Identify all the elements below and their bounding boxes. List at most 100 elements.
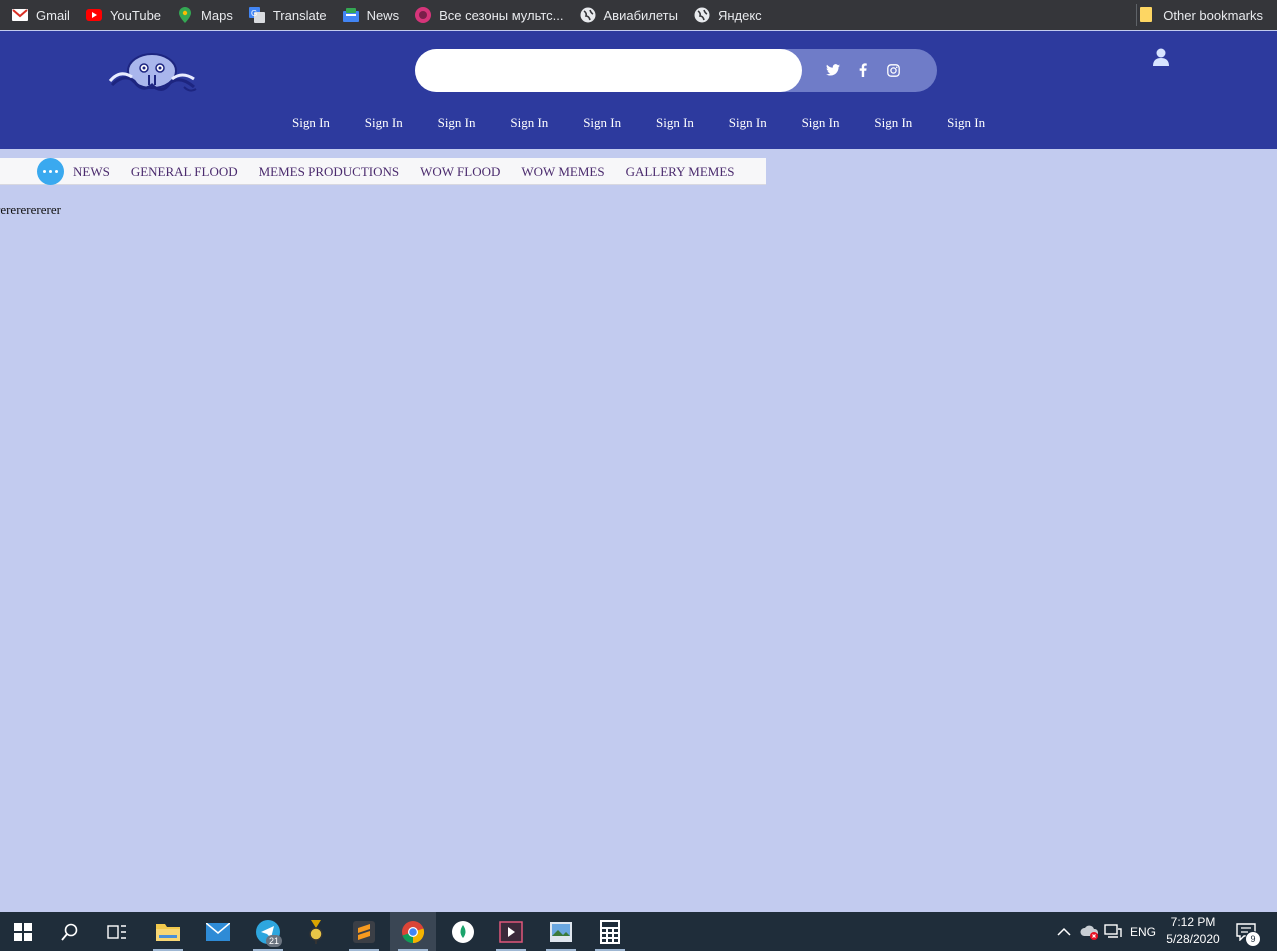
picture-icon xyxy=(550,921,572,942)
calculator-icon xyxy=(600,919,620,944)
svg-text:G: G xyxy=(251,9,257,18)
clock-date: 5/28/2020 xyxy=(1166,932,1220,946)
folder-icon xyxy=(1140,7,1154,23)
category-gallery-memes[interactable]: GALLERY MEMES xyxy=(626,164,735,180)
bookmark-aviabilety[interactable]: Авиабилеты xyxy=(580,3,686,27)
gmail-icon xyxy=(12,7,28,23)
twitter-icon[interactable] xyxy=(825,61,841,79)
facebook-icon[interactable] xyxy=(855,61,871,79)
system-clock[interactable]: 7:12 PM 5/28/2020 xyxy=(1160,914,1226,948)
bookmark-label: Все сезоны мультс... xyxy=(439,7,564,23)
telegram-badge: 21 xyxy=(266,935,283,947)
bookmark-news[interactable]: News xyxy=(342,3,408,27)
medal-icon xyxy=(309,919,323,944)
nav-sign-in-link[interactable]: Sign In xyxy=(510,115,583,131)
nav-sign-in-link[interactable]: Sign In xyxy=(583,115,656,131)
task-view-icon xyxy=(107,924,126,939)
start-button[interactable] xyxy=(0,912,46,951)
chevron-up-icon xyxy=(1057,927,1071,936)
notification-center-button[interactable]: 9 xyxy=(1236,912,1261,951)
telegram-button[interactable]: 21 xyxy=(245,912,291,951)
other-bookmarks[interactable]: Other bookmarks xyxy=(1140,3,1263,27)
search-bar xyxy=(415,49,937,92)
mail-icon xyxy=(206,922,230,941)
news-icon xyxy=(342,7,359,23)
video-icon xyxy=(499,920,523,943)
bookmark-translate[interactable]: G Translate xyxy=(248,3,335,27)
nav-sign-in-link[interactable]: Sign In xyxy=(874,115,947,131)
nav-sign-in-link[interactable]: Sign In xyxy=(365,115,438,131)
sublime-text-button[interactable] xyxy=(341,912,387,951)
app-drop-button[interactable] xyxy=(440,912,486,951)
more-menu-button[interactable] xyxy=(37,158,64,185)
chrome-button[interactable] xyxy=(390,912,436,951)
search-icon xyxy=(61,923,78,941)
youtube-icon xyxy=(85,7,102,23)
category-wow-memes[interactable]: WOW MEMES xyxy=(521,164,604,180)
bookmark-youtube[interactable]: YouTube xyxy=(85,3,169,27)
category-news[interactable]: NEWS xyxy=(73,164,110,180)
category-wow-flood[interactable]: WOW FLOOD xyxy=(420,164,500,180)
nav-sign-in-link[interactable]: Sign In xyxy=(292,115,365,131)
task-view-button[interactable] xyxy=(94,912,140,951)
notification-count: 9 xyxy=(1245,931,1261,947)
bookmarks-divider xyxy=(1136,4,1137,26)
category-general-flood[interactable]: GENERAL FLOOD xyxy=(131,164,238,180)
bookmark-label: News xyxy=(366,7,400,23)
category-bar: NEWS GENERAL FLOOD MEMES PRODUCTIONS WOW… xyxy=(0,158,766,185)
mail-button[interactable] xyxy=(195,912,241,951)
bookmark-maps[interactable]: Maps xyxy=(177,3,241,27)
clock-time: 7:12 PM xyxy=(1170,915,1216,929)
bookmark-gmail[interactable]: Gmail xyxy=(12,3,78,27)
dot-icon xyxy=(43,170,46,173)
bookmark-label: Яндекс xyxy=(717,7,762,23)
nav-sign-in-link[interactable]: Sign In xyxy=(729,115,802,131)
cartoon-icon xyxy=(415,7,432,23)
category-memes-productions[interactable]: MEMES PRODUCTIONS xyxy=(259,164,400,180)
page-body-text: rerererererer xyxy=(0,202,61,217)
globe-icon xyxy=(694,7,710,23)
other-bookmarks-label: Other bookmarks xyxy=(1163,7,1263,23)
bookmark-label: YouTube xyxy=(109,7,162,23)
onedrive-error-icon[interactable] xyxy=(1080,912,1100,951)
show-hidden-icons-button[interactable] xyxy=(1057,912,1071,951)
bookmark-yandex[interactable]: Яндекс xyxy=(694,3,770,27)
site-header: Sign In Sign In Sign In Sign In Sign In … xyxy=(0,31,1277,149)
site-logo[interactable] xyxy=(106,49,198,97)
windows-icon xyxy=(14,922,32,941)
maps-icon xyxy=(177,7,193,23)
instagram-icon[interactable] xyxy=(885,61,901,79)
folder-icon xyxy=(156,923,180,941)
translate-icon: G xyxy=(248,7,265,23)
language-indicator[interactable]: ENG xyxy=(1130,912,1156,951)
app-award-button[interactable] xyxy=(293,912,339,951)
photos-button[interactable] xyxy=(538,912,584,951)
video-app-button[interactable] xyxy=(488,912,534,951)
dot-icon xyxy=(55,170,58,173)
network-icon[interactable] xyxy=(1104,912,1122,951)
header-nav: Sign In Sign In Sign In Sign In Sign In … xyxy=(292,115,1020,131)
sublime-icon xyxy=(353,920,375,943)
category-links: NEWS GENERAL FLOOD MEMES PRODUCTIONS WOW… xyxy=(73,164,756,180)
globe-icon xyxy=(580,7,596,23)
bookmark-label: Gmail xyxy=(36,7,70,23)
nav-sign-in-link[interactable]: Sign In xyxy=(656,115,729,131)
dot-icon xyxy=(49,170,52,173)
nav-sign-in-link[interactable]: Sign In xyxy=(947,115,1020,131)
chrome-icon xyxy=(402,920,425,943)
windows-taskbar: 21 ENG 7:12 PM 5/28/2020 9 xyxy=(0,912,1277,951)
nav-sign-in-link[interactable]: Sign In xyxy=(438,115,511,131)
calculator-button[interactable] xyxy=(587,912,633,951)
bookmarks-bar: Gmail YouTube Maps G Translate News Все … xyxy=(0,0,1277,30)
search-input[interactable] xyxy=(415,49,802,92)
social-links xyxy=(825,61,901,79)
drop-icon xyxy=(452,920,474,943)
user-account-icon[interactable] xyxy=(1153,48,1171,68)
nav-sign-in-link[interactable]: Sign In xyxy=(802,115,875,131)
bookmark-label: Авиабилеты xyxy=(603,7,678,23)
bookmark-label: Maps xyxy=(201,7,233,23)
search-taskbar-button[interactable] xyxy=(47,912,93,951)
bookmark-cartoons[interactable]: Все сезоны мультс... xyxy=(415,3,571,27)
file-explorer-button[interactable] xyxy=(145,912,191,951)
bookmark-label: Translate xyxy=(272,7,327,23)
